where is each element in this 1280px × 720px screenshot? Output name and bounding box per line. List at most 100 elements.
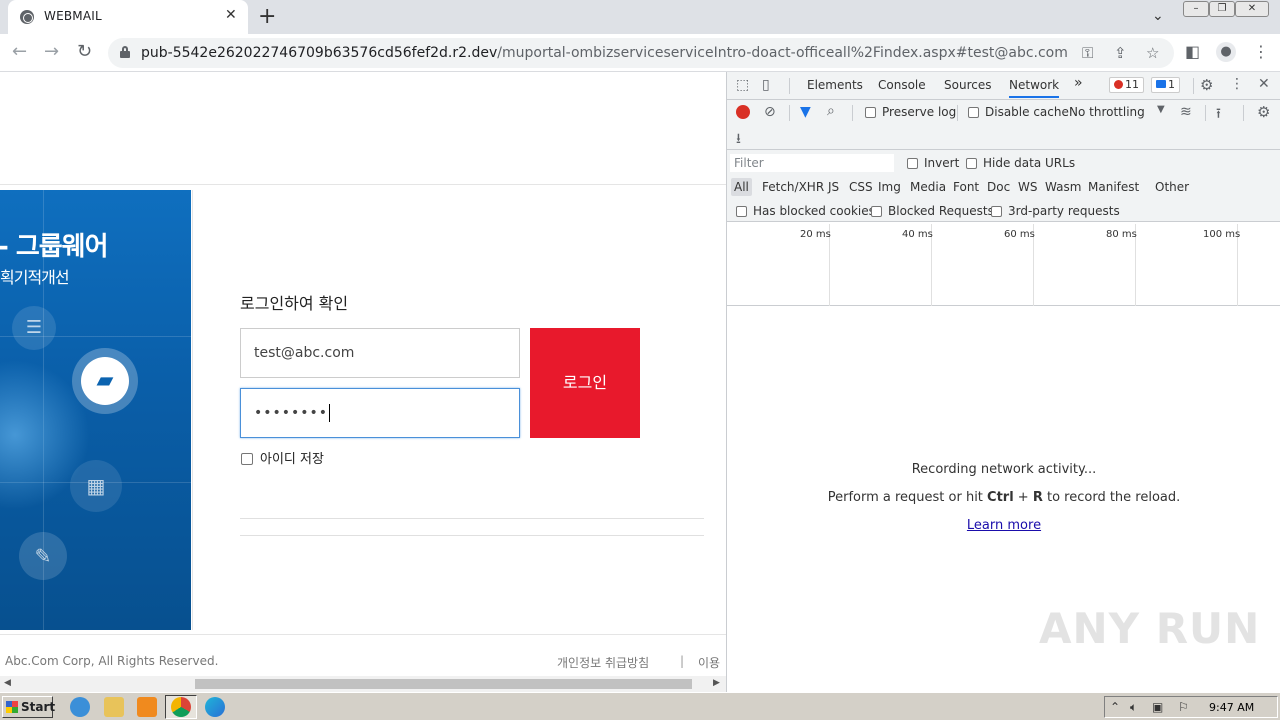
back-arrow-icon[interactable]: ←	[12, 41, 27, 62]
filter-icon[interactable]: ▼	[800, 104, 811, 120]
third-party-requests-checkbox[interactable]	[991, 206, 1002, 217]
type-filter-img[interactable]: Img	[878, 180, 901, 194]
horizontal-scrollbar[interactable]: ◀ ▶	[0, 676, 726, 692]
error-count-badge[interactable]: 11	[1109, 77, 1144, 93]
address-bar[interactable]: pub-5542e262022746709b63576cd56fef2d.r2.…	[108, 38, 1174, 68]
type-filter-wasm[interactable]: Wasm	[1045, 180, 1081, 194]
scroll-right-icon[interactable]: ▶	[713, 678, 720, 688]
clock[interactable]: 9:47 AM	[1209, 701, 1254, 714]
share-icon[interactable]: ⇪	[1114, 44, 1127, 62]
bookmark-star-icon[interactable]: ☆	[1146, 44, 1159, 62]
throttling-dropdown-icon[interactable]: ▼	[1157, 104, 1165, 115]
type-filter-manifest[interactable]: Manifest	[1088, 180, 1139, 194]
start-button[interactable]: Start	[2, 696, 55, 718]
network-filter-bar: Filter Invert Hide data URLs All Fetch/X…	[727, 150, 1280, 222]
scroll-left-icon[interactable]: ◀	[4, 678, 11, 688]
type-filter-media[interactable]: Media	[910, 180, 946, 194]
message-count-badge[interactable]: 1	[1151, 77, 1180, 93]
disable-cache-checkbox[interactable]	[968, 107, 979, 118]
more-tabs-icon[interactable]: »	[1074, 75, 1083, 91]
tab-search-chevron-icon[interactable]: ⌄	[1152, 8, 1164, 24]
preserve-log-checkbox[interactable]	[865, 107, 876, 118]
reload-hint-text: Perform a request or hit Ctrl + R to rec…	[827, 490, 1181, 505]
reload-icon[interactable]: ↻	[77, 41, 92, 62]
timeline-tick: 100 ms	[1203, 229, 1241, 240]
login-button[interactable]: 로그인	[530, 328, 640, 438]
volume-icon[interactable]: 🔈︎	[1130, 700, 1137, 715]
side-panel-icon[interactable]: ◧	[1185, 42, 1200, 61]
type-filter-ws[interactable]: WS	[1018, 180, 1037, 194]
profile-avatar-icon[interactable]: ●	[1216, 42, 1236, 62]
type-filter-all[interactable]: All	[731, 178, 752, 196]
browser-tab[interactable]: WEBMAIL ✕	[8, 0, 248, 34]
remember-id-checkbox[interactable]	[241, 453, 253, 465]
file-explorer-icon[interactable]	[104, 697, 124, 717]
scrollbar-thumb[interactable]	[195, 679, 692, 689]
record-icon[interactable]	[736, 105, 750, 119]
footer-separator: |	[680, 654, 685, 668]
url-text[interactable]: pub-5542e262022746709b63576cd56fef2d.r2.…	[141, 45, 1068, 61]
has-blocked-cookies-checkbox[interactable]	[736, 206, 747, 217]
recording-status-text: Recording network activity...	[911, 462, 1097, 477]
preserve-log-label: Preserve log	[882, 105, 957, 119]
web-page: - 그룹웨어 획기적개선 ☰ ▰ ▦ ✎ 로그인하여 확인 test@abc.c…	[0, 72, 726, 692]
lock-icon[interactable]	[120, 46, 130, 58]
blocked-requests-label: Blocked Requests	[888, 204, 994, 218]
type-filter-css[interactable]: CSS	[849, 180, 873, 194]
network-icon[interactable]: ▣	[1152, 700, 1163, 714]
minimize-button[interactable]: –	[1183, 1, 1209, 17]
network-conditions-icon[interactable]: ≋	[1180, 104, 1192, 120]
type-filter-font[interactable]: Font	[953, 180, 979, 194]
settings-gear-icon[interactable]: ⚙	[1200, 76, 1213, 94]
terms-link[interactable]: 이용	[698, 654, 720, 671]
edge-icon[interactable]	[205, 697, 225, 717]
invert-checkbox[interactable]	[907, 158, 918, 169]
type-filter-doc[interactable]: Doc	[987, 180, 1010, 194]
action-center-flag-icon[interactable]: ⚐	[1178, 700, 1189, 714]
inspect-element-icon[interactable]: ⬚	[736, 77, 749, 93]
hide-data-urls-label: Hide data URLs	[983, 156, 1076, 170]
tab-sources[interactable]: Sources	[944, 78, 991, 92]
filter-input[interactable]: Filter	[730, 154, 894, 172]
privacy-policy-link[interactable]: 개인정보 취급방침	[557, 654, 649, 671]
export-har-icon[interactable]: ⭳	[736, 128, 741, 152]
restore-button[interactable]: ❐	[1209, 1, 1235, 17]
windows-taskbar: Start ⌃ 🔈︎ ▣ ⚐ 9:47 AM	[0, 692, 1280, 720]
tab-elements[interactable]: Elements	[807, 78, 863, 92]
internet-explorer-icon[interactable]	[70, 697, 90, 717]
devtools-menu-icon[interactable]: ⋮	[1230, 76, 1244, 92]
type-filter-js[interactable]: JS	[828, 180, 839, 194]
window-close-button[interactable]: ✕	[1235, 1, 1269, 17]
timeline-tick: 80 ms	[1106, 229, 1137, 240]
new-tab-button[interactable]: +	[258, 4, 276, 29]
tab-console[interactable]: Console	[878, 78, 926, 92]
tab-network[interactable]: Network	[1009, 78, 1060, 98]
type-filter-other[interactable]: Other	[1155, 180, 1189, 194]
search-icon[interactable]: ⌕	[827, 103, 835, 119]
blocked-requests-checkbox[interactable]	[871, 206, 882, 217]
learn-more-link[interactable]: Learn more	[727, 518, 1280, 533]
close-tab-icon[interactable]: ✕	[225, 7, 237, 23]
password-input[interactable]: ••••••••	[240, 388, 520, 438]
clear-icon[interactable]: ⊘	[764, 104, 776, 120]
chrome-taskbar-button[interactable]	[165, 695, 197, 719]
email-input[interactable]: test@abc.com	[240, 328, 520, 378]
tray-expand-icon[interactable]: ⌃	[1110, 700, 1120, 714]
has-blocked-cookies-label: Has blocked cookies	[753, 204, 875, 218]
close-devtools-icon[interactable]: ✕	[1258, 76, 1270, 92]
media-player-icon[interactable]	[137, 697, 157, 717]
device-toolbar-icon[interactable]: ▯	[762, 77, 770, 93]
forward-arrow-icon[interactable]: →	[44, 41, 59, 62]
import-har-icon[interactable]: ⭱	[1216, 103, 1221, 127]
type-filter-fetch-xhr[interactable]: Fetch/XHR	[762, 180, 824, 194]
network-toolbar: ⊘ ▼ ⌕ Preserve log Disable cache No thro…	[727, 100, 1280, 126]
hide-data-urls-checkbox[interactable]	[966, 158, 977, 169]
throttling-select[interactable]: No throttling	[1069, 105, 1145, 119]
key-icon[interactable]: ⚿	[1082, 44, 1093, 62]
kebab-menu-icon[interactable]: ⋮	[1253, 42, 1269, 61]
invert-label: Invert	[924, 156, 960, 170]
briefcase-icon: ▰	[81, 357, 129, 405]
network-timeline-overview[interactable]: 20 ms 40 ms 60 ms 80 ms 100 ms	[727, 224, 1280, 306]
network-settings-icon[interactable]: ⚙	[1257, 103, 1270, 121]
header-divider	[0, 184, 726, 185]
